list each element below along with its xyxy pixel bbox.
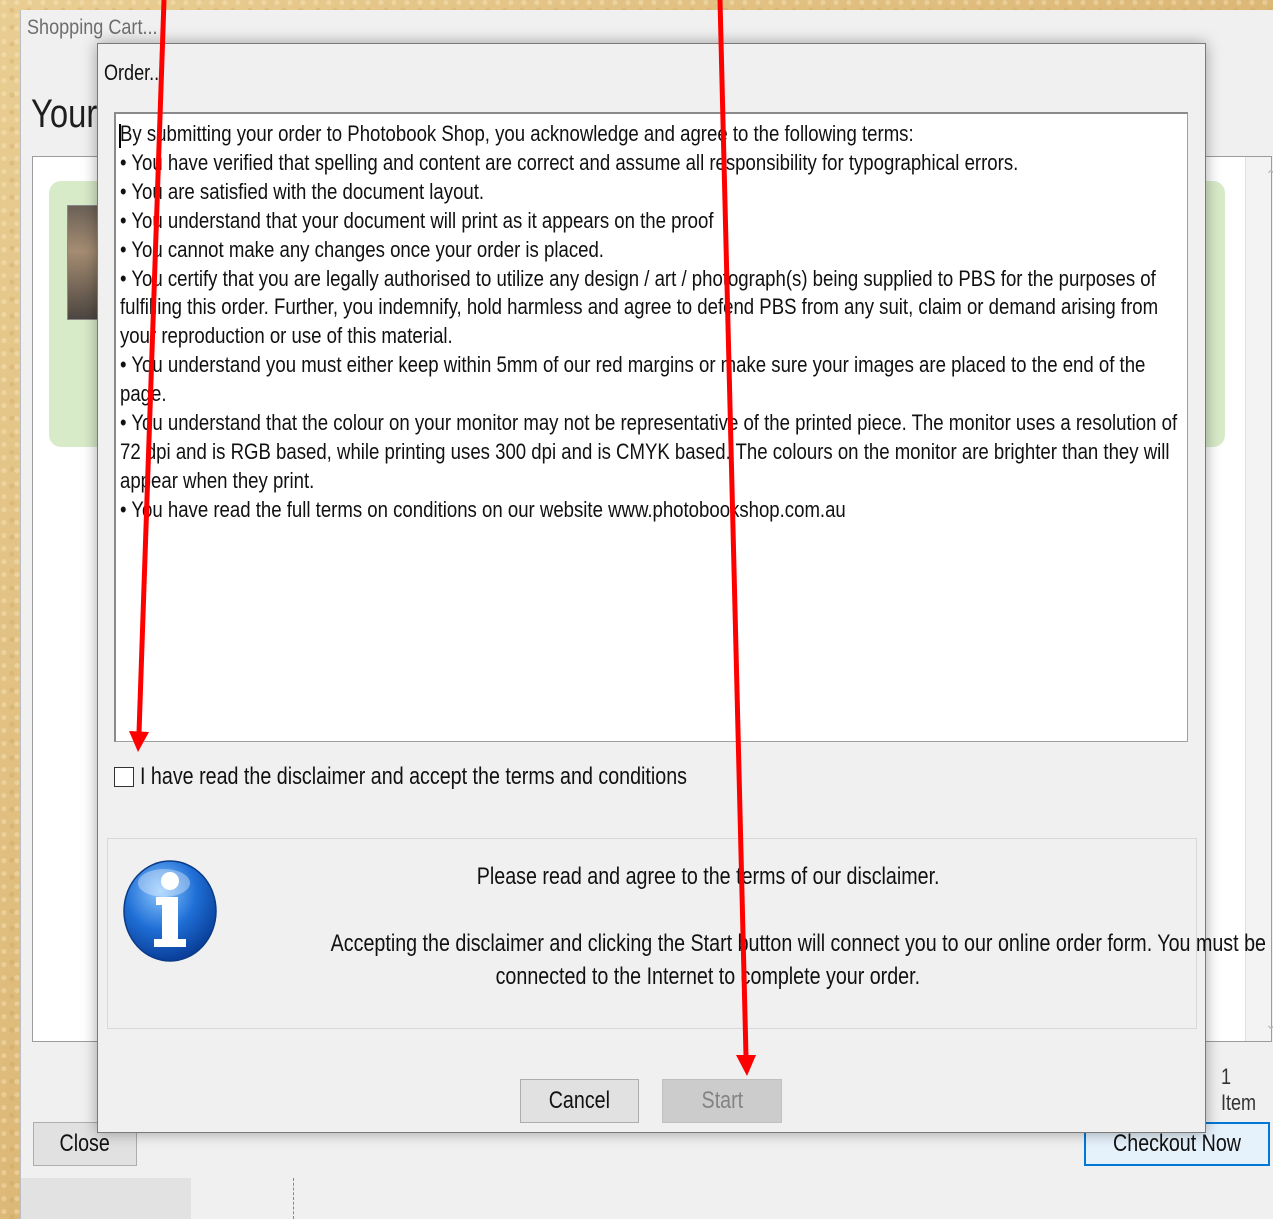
accept-terms-checkbox[interactable]: [114, 767, 134, 787]
terms-line: By submitting your order to Photobook Sh…: [120, 121, 914, 146]
start-button-label: Start: [701, 1087, 743, 1114]
start-button[interactable]: Start: [662, 1079, 782, 1123]
accept-terms-label[interactable]: I have read the disclaimer and accept th…: [140, 763, 687, 791]
item-count: 1 Item: [1221, 1064, 1257, 1115]
terms-line: appear when they print.: [120, 467, 315, 493]
terms-line: • You understand you must either keep wi…: [120, 352, 1146, 378]
terms-line: 72 dpi and is RGB based, while printing …: [120, 438, 1170, 464]
scroll-down-icon[interactable]: ⌄: [1259, 1016, 1273, 1033]
terms-line: • You cannot make any changes once your …: [120, 236, 604, 262]
terms-line: • You understand that the colour on your…: [120, 410, 1178, 436]
terms-line: • You are satisfied with the document la…: [120, 178, 485, 204]
accept-terms-row[interactable]: I have read the disclaimer and accept th…: [114, 762, 807, 792]
terms-line: fulfilling this order. Further, you inde…: [120, 294, 1159, 320]
order-dialog: Order... By submitting your order to Pho…: [97, 43, 1266, 1133]
divider: [293, 1178, 294, 1219]
terms-line: • You have read the full terms on condit…: [120, 496, 846, 522]
info-message-body: Accepting the disclaimer and clicking th…: [330, 930, 1266, 990]
scroll-up-icon[interactable]: ⌃: [1259, 167, 1273, 184]
info-message-title: Please read and agree to the terms of ou…: [476, 863, 940, 890]
close-button-label: Close: [59, 1130, 111, 1157]
cancel-button-label: Cancel: [548, 1087, 611, 1114]
info-icon: [123, 860, 217, 962]
terms-line: • You understand that your document will…: [120, 207, 714, 233]
terms-text: By submitting your order to Photobook Sh…: [120, 120, 1185, 525]
cart-window-title: Shopping Cart...: [27, 16, 158, 39]
cart-heading: Your: [31, 92, 98, 136]
cancel-button[interactable]: Cancel: [520, 1079, 639, 1123]
terms-line: • You have verified that spelling and co…: [120, 149, 1019, 175]
terms-textbox[interactable]: By submitting your order to Photobook Sh…: [114, 112, 1188, 742]
terms-line: • You certify that you are legally autho…: [120, 265, 1156, 291]
cart-footer-strip: [21, 1178, 191, 1219]
dialog-title: Order...: [104, 60, 165, 85]
info-panel: Please read and agree to the terms of ou…: [107, 838, 1266, 1029]
terms-line: your reproduction or use of this materia…: [120, 323, 453, 349]
cart-scrollbar[interactable]: ⌃ ⌄: [1245, 157, 1273, 1041]
checkout-button-label: Checkout Now: [1113, 1130, 1241, 1157]
terms-line: page.: [120, 381, 167, 407]
